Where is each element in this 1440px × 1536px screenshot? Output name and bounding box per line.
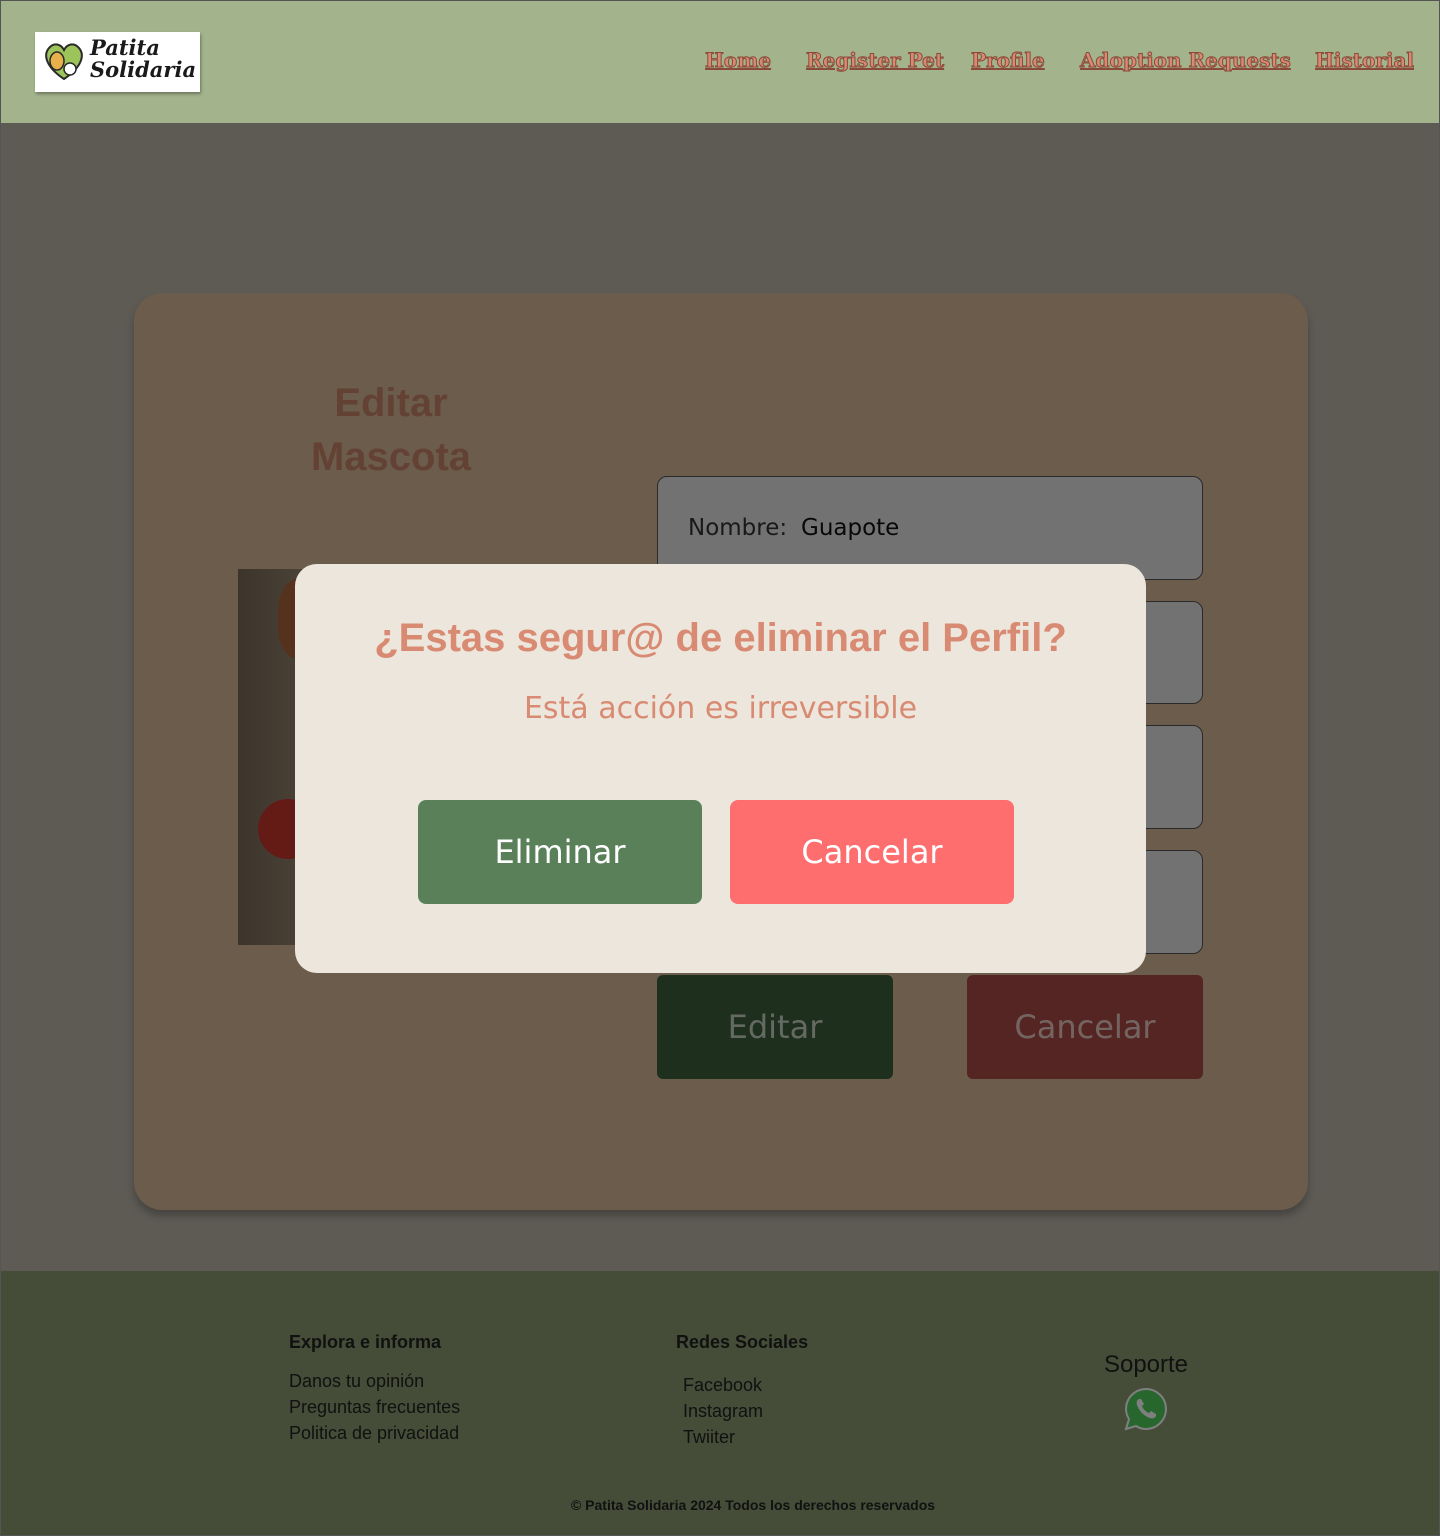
site-header: Patita Solidaria Home Register Pet Profi…: [1, 1, 1439, 123]
dialog-title: ¿Estas segur@ de eliminar el Perfil?: [374, 616, 1067, 660]
page: Patita Solidaria Home Register Pet Profi…: [0, 0, 1440, 1536]
dialog-cancel-button[interactable]: Cancelar: [730, 800, 1014, 904]
dialog-subtitle: Está acción es irreversible: [523, 691, 918, 726]
confirm-delete-button[interactable]: Eliminar: [418, 800, 702, 904]
nav-profile[interactable]: Profile: [971, 48, 1046, 73]
nav-home[interactable]: Home: [704, 48, 771, 73]
delete-confirmation-dialog: ¿Estas segur@ de eliminar el Perfil? Est…: [295, 564, 1146, 973]
nav-historial[interactable]: Historial: [1314, 48, 1414, 73]
nav-register-pet[interactable]: Register Pet: [805, 48, 944, 73]
main-nav: Home Register Pet Profile Adoption Reque…: [1, 48, 1439, 78]
nav-adoption-requests[interactable]: Adoption Requests: [1080, 48, 1292, 73]
